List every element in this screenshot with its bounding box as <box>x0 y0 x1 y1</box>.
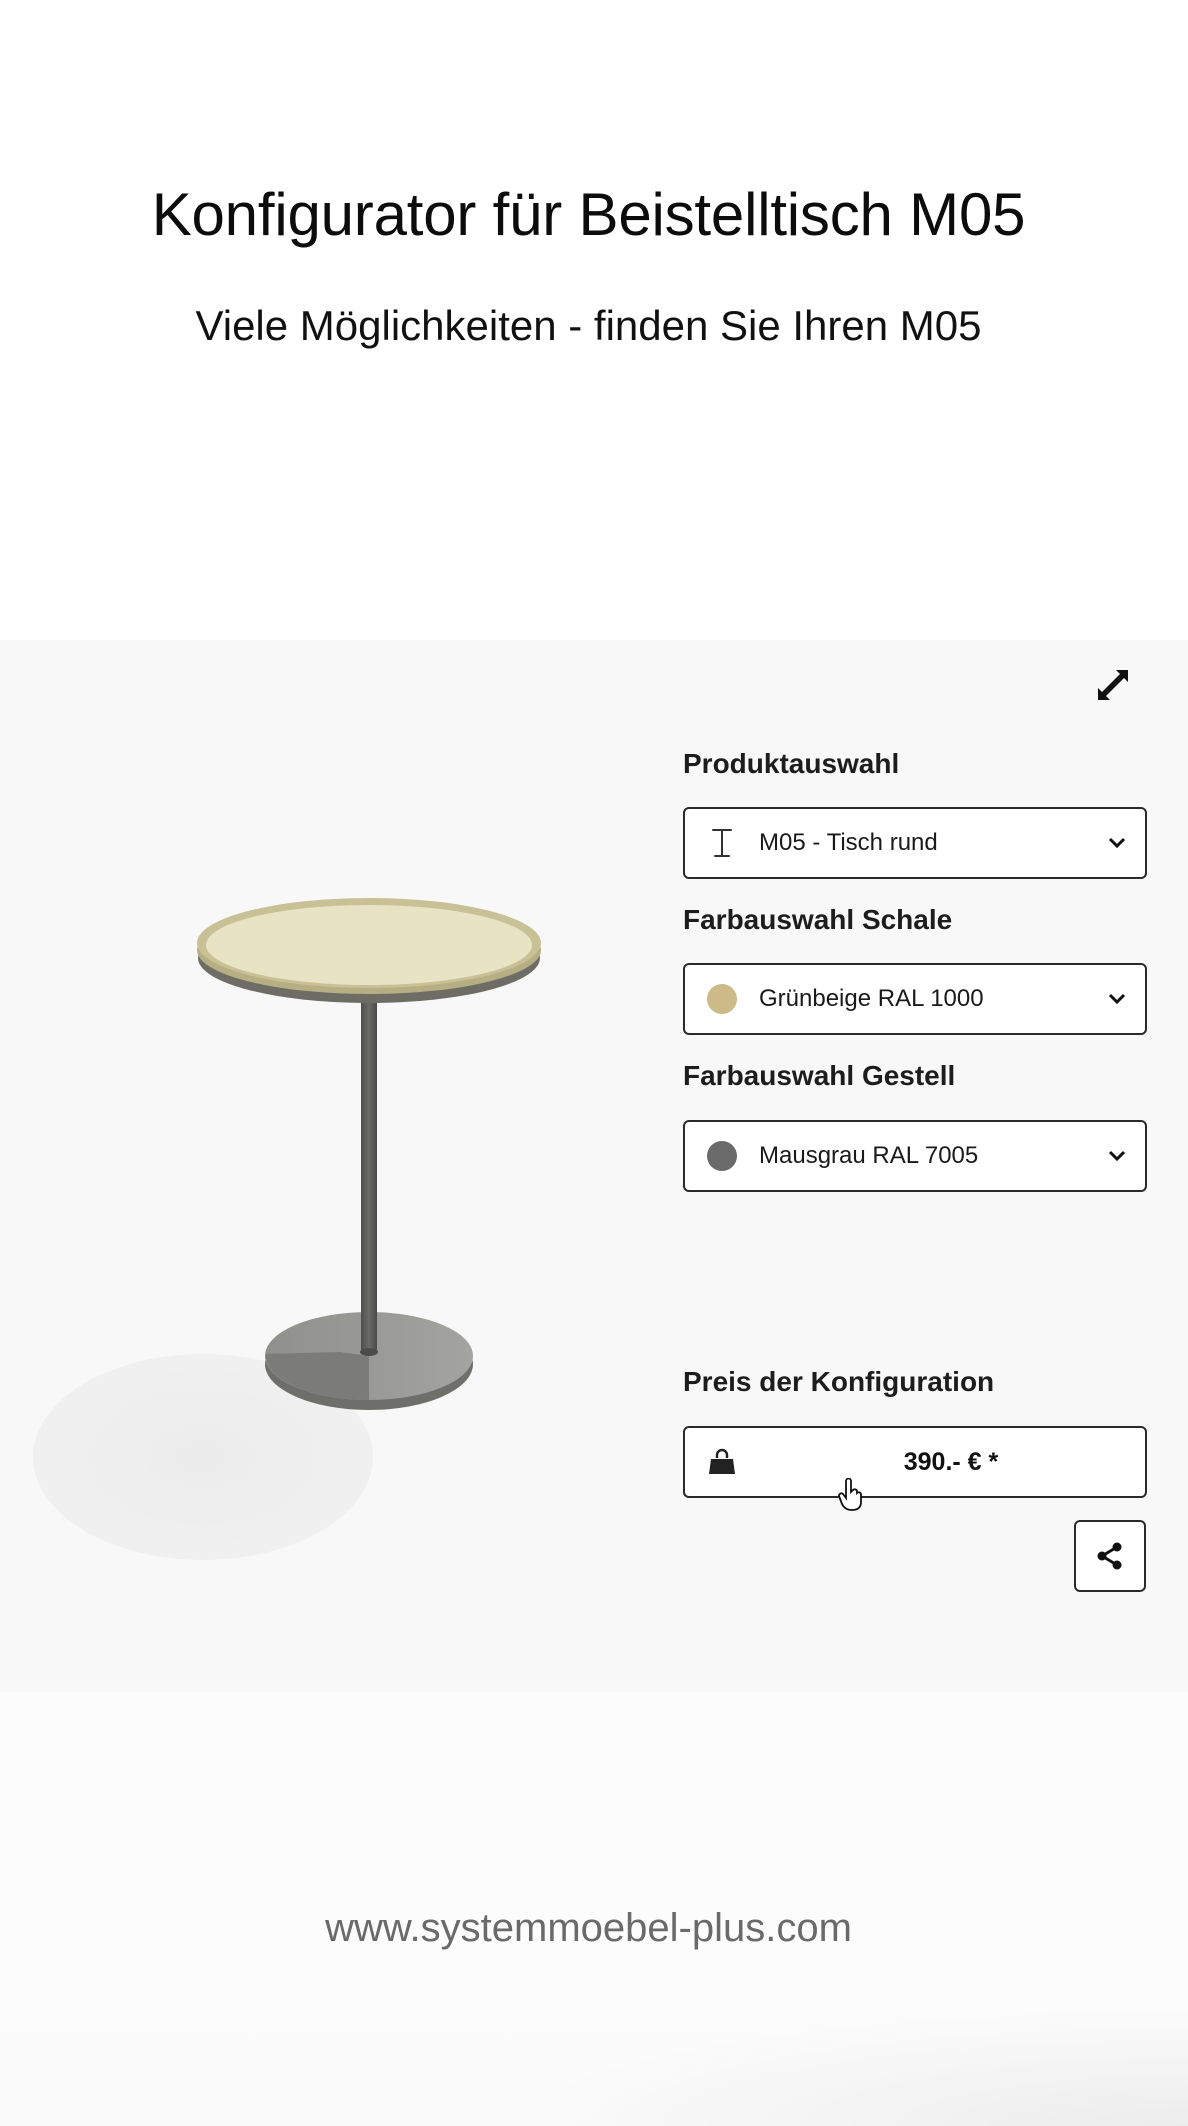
product-selection-label: Produktauswahl <box>683 748 900 779</box>
configurator: Produktauswahl M05 - Tisch rund Farbausw… <box>0 640 1188 1692</box>
shell-color-swatch <box>707 984 737 1014</box>
chevron-down-icon <box>1089 1122 1145 1190</box>
tabletop-surface <box>206 905 532 985</box>
chevron-down-icon <box>1089 965 1145 1033</box>
share-icon <box>1097 1542 1122 1570</box>
shell-color-value: Grünbeige RAL 1000 <box>759 985 984 1012</box>
frame-color-label: Farbauswahl Gestell <box>683 1060 956 1091</box>
share-button[interactable] <box>1074 1520 1146 1592</box>
price-display[interactable]: 390.- € * <box>683 1426 1147 1511</box>
page: Konfigurator für Beistelltisch M05 Viele… <box>0 0 1188 2126</box>
product-3d-viewer[interactable] <box>0 640 650 1692</box>
price-value: 390.- € * <box>903 1447 999 1476</box>
page-title: Konfigurator für Beistelltisch M05 <box>151 181 1026 248</box>
table-render <box>33 898 541 1560</box>
table-pole <box>361 1000 377 1350</box>
pole-foot <box>360 1348 378 1356</box>
hand-cursor-icon <box>837 1477 865 1517</box>
corner-shade <box>488 2006 1188 2126</box>
expand-fullscreen-button[interactable] <box>1090 662 1136 708</box>
chevron-down-icon <box>1089 809 1145 877</box>
frame-color-value: Mausgrau RAL 7005 <box>759 1142 979 1169</box>
footer-website-url[interactable]: www.systemmoebel-plus.com <box>0 1906 1177 1951</box>
page-subtitle: Viele Möglichkeiten - finden Sie Ihren M… <box>195 302 982 349</box>
price-label: Preis der Konfiguration <box>683 1366 995 1397</box>
frame-color-select[interactable]: Mausgrau RAL 7005 <box>683 1120 1147 1192</box>
table-pillar-icon <box>685 809 759 877</box>
shell-color-label: Farbauswahl Schale <box>683 904 953 935</box>
product-select-value: M05 - Tisch rund <box>759 829 938 856</box>
expand-icon <box>1098 670 1128 700</box>
shell-color-select[interactable]: Grünbeige RAL 1000 <box>683 963 1147 1035</box>
frame-color-swatch <box>707 1141 737 1171</box>
product-select[interactable]: M05 - Tisch rund <box>683 807 1147 879</box>
